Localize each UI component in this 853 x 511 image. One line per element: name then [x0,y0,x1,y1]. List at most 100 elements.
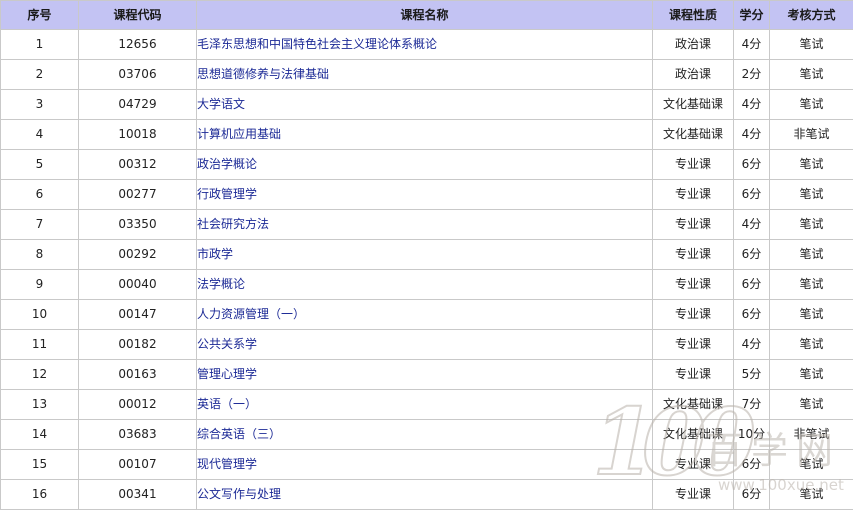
cell-credits: 4分 [733,119,770,150]
cell-exam-method: 笔试 [769,359,853,390]
cell-course-code: 00040 [78,269,197,300]
cell-exam-method: 笔试 [769,449,853,480]
cell-course-code: 03683 [78,419,197,450]
cell-course-name: 管理心理学 [196,359,653,390]
cell-course-name: 计算机应用基础 [196,119,653,150]
header-index: 序号 [0,0,79,30]
cell-exam-method: 笔试 [769,149,853,180]
cell-course-name: 现代管理学 [196,449,653,480]
course-name-link[interactable]: 市政学 [198,247,234,261]
course-name-link[interactable]: 法学概论 [198,277,246,291]
cell-course-code: 03706 [78,59,197,90]
cell-credits: 4分 [733,209,770,240]
cell-course-type: 文化基础课 [652,119,734,150]
cell-course-type: 专业课 [652,209,734,240]
course-name-link[interactable]: 英语（一） [198,397,258,411]
cell-exam-method: 笔试 [769,239,853,270]
cell-exam-method: 笔试 [769,299,853,330]
cell-index: 8 [0,239,79,270]
cell-credits: 4分 [733,329,770,360]
cell-course-type: 文化基础课 [652,419,734,450]
cell-credits: 7分 [733,389,770,420]
course-name-link[interactable]: 政治学概论 [198,157,258,171]
cell-course-type: 专业课 [652,149,734,180]
cell-credits: 6分 [733,299,770,330]
table-row: 16 00341 公文写作与处理 专业课 6分 笔试 [0,479,853,510]
cell-course-type: 专业课 [652,269,734,300]
cell-course-code: 00147 [78,299,197,330]
cell-course-name: 人力资源管理（一） [196,299,653,330]
cell-course-name: 公文写作与处理 [196,479,653,510]
cell-course-type: 专业课 [652,359,734,390]
cell-exam-method: 笔试 [769,479,853,510]
cell-course-name: 行政管理学 [196,179,653,210]
cell-exam-method: 笔试 [769,329,853,360]
cell-course-name: 社会研究方法 [196,209,653,240]
cell-index: 2 [0,59,79,90]
cell-index: 7 [0,209,79,240]
course-name-link[interactable]: 管理心理学 [198,367,258,381]
course-name-link[interactable]: 行政管理学 [198,187,258,201]
cell-course-type: 文化基础课 [652,389,734,420]
table-row: 15 00107 现代管理学 专业课 6分 笔试 [0,449,853,480]
cell-course-type: 文化基础课 [652,89,734,120]
table-row: 12 00163 管理心理学 专业课 5分 笔试 [0,359,853,390]
cell-course-type: 专业课 [652,329,734,360]
cell-index: 16 [0,479,79,510]
course-name-link[interactable]: 毛泽东思想和中国特色社会主义理论体系概论 [198,37,438,51]
table-header: 序号 课程代码 课程名称 课程性质 学分 考核方式 [0,0,853,30]
table-row: 6 00277 行政管理学 专业课 6分 笔试 [0,179,853,210]
header-course-code: 课程代码 [78,0,197,30]
table-row: 8 00292 市政学 专业课 6分 笔试 [0,239,853,270]
cell-course-code: 03350 [78,209,197,240]
cell-course-name: 法学概论 [196,269,653,300]
course-name-link[interactable]: 社会研究方法 [198,217,270,231]
cell-course-code: 00163 [78,359,197,390]
course-name-link[interactable]: 大学语文 [198,97,246,111]
cell-course-name: 大学语文 [196,89,653,120]
cell-index: 6 [0,179,79,210]
cell-credits: 6分 [733,179,770,210]
table-row: 10 00147 人力资源管理（一） 专业课 6分 笔试 [0,299,853,330]
cell-course-type: 政治课 [652,59,734,90]
cell-credits: 6分 [733,479,770,510]
cell-course-name: 英语（一） [196,389,653,420]
cell-exam-method: 非笔试 [769,119,853,150]
cell-course-code: 04729 [78,89,197,120]
course-name-link[interactable]: 公文写作与处理 [198,487,282,501]
cell-course-code: 00292 [78,239,197,270]
course-name-link[interactable]: 思想道德修养与法律基础 [198,67,330,81]
cell-course-type: 政治课 [652,29,734,60]
cell-course-code: 00107 [78,449,197,480]
course-table: 序号 课程代码 课程名称 课程性质 学分 考核方式 1 12656 毛泽东思想和中国… [0,0,853,510]
table-row: 13 00012 英语（一） 文化基础课 7分 笔试 [0,389,853,420]
table-body: 1 12656 毛泽东思想和中国特色社会主义理论体系概论 政治课 4分 笔试 2 03706 思… [0,29,853,510]
cell-course-code: 00277 [78,179,197,210]
cell-index: 13 [0,389,79,420]
course-name-link[interactable]: 综合英语（三） [198,427,282,441]
cell-credits: 6分 [733,269,770,300]
table-row: 2 03706 思想道德修养与法律基础 政治课 2分 笔试 [0,59,853,90]
cell-exam-method: 非笔试 [769,419,853,450]
course-name-link[interactable]: 人力资源管理（一） [198,307,306,321]
cell-exam-method: 笔试 [769,269,853,300]
cell-index: 5 [0,149,79,180]
cell-course-type: 专业课 [652,179,734,210]
table-row: 4 10018 计算机应用基础 文化基础课 4分 非笔试 [0,119,853,150]
cell-index: 4 [0,119,79,150]
course-name-link[interactable]: 计算机应用基础 [198,127,282,141]
table-row: 11 00182 公共关系学 专业课 4分 笔试 [0,329,853,360]
course-name-link[interactable]: 现代管理学 [198,457,258,471]
cell-credits: 6分 [733,239,770,270]
cell-course-code: 00012 [78,389,197,420]
header-course-name: 课程名称 [196,0,653,30]
table-row: 14 03683 综合英语（三） 文化基础课 10分 非笔试 [0,419,853,450]
cell-index: 10 [0,299,79,330]
cell-course-type: 专业课 [652,299,734,330]
cell-course-code: 00341 [78,479,197,510]
cell-credits: 4分 [733,29,770,60]
header-exam-method: 考核方式 [769,0,853,30]
cell-index: 3 [0,89,79,120]
course-name-link[interactable]: 公共关系学 [198,337,258,351]
cell-credits: 2分 [733,59,770,90]
